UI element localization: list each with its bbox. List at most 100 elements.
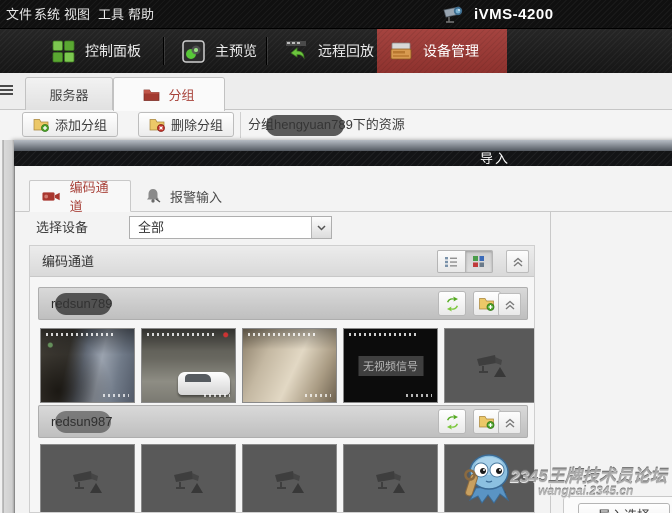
channel-thumbnail-street[interactable]: [40, 328, 135, 403]
dropdown-arrow-button[interactable]: [311, 217, 331, 238]
osd-text-overlay: [349, 333, 419, 336]
toolbar-separator: [163, 37, 164, 65]
app-title: iVMS-4200: [474, 6, 554, 23]
delete-group-button[interactable]: 删除分组: [138, 112, 234, 137]
refresh-button[interactable]: [438, 291, 466, 316]
menu-system[interactable]: 系统: [30, 0, 64, 29]
camera-placeholder-icon: [374, 469, 408, 495]
device-select[interactable]: 全部: [129, 216, 332, 239]
tab-alarm-input-label: 报警输入: [170, 187, 222, 206]
camera-placeholder-icon: [273, 469, 307, 495]
tab-encoding-channel-label: 编码通道: [70, 177, 118, 215]
device-nav-tabs: 服务器 分组: [0, 73, 672, 110]
osd-text-overlay: [406, 394, 432, 397]
select-device-label: 选择设备: [36, 216, 88, 240]
tab-device-management[interactable]: 设备管理: [377, 29, 507, 73]
red-folder-icon: [143, 88, 160, 102]
menu-tools[interactable]: 工具: [94, 0, 128, 29]
section-collapse-button[interactable]: [506, 250, 529, 273]
toolbar-separator: [266, 37, 267, 65]
folder-add-icon: [33, 117, 50, 132]
tab-control-panel-label: 控制面板: [85, 41, 141, 61]
server-list-icon[interactable]: [0, 84, 13, 97]
camcorder-icon: [42, 190, 61, 203]
device-group-row[interactable]: redsun789: [38, 287, 528, 320]
remote-playback-icon: [284, 40, 308, 63]
double-chevron-up-icon: [505, 300, 515, 310]
add-to-group-button[interactable]: [473, 291, 501, 316]
double-chevron-up-icon: [505, 418, 515, 428]
redaction-blob: [55, 411, 111, 433]
chevron-down-icon: [317, 225, 326, 231]
tab-server-label: 服务器: [49, 85, 88, 104]
add-to-group-button[interactable]: [473, 409, 501, 434]
ivms-app-window: 文件 系统 视图 工具 帮助 iVMS-4200 控制面板: [0, 0, 672, 513]
delete-group-label: 删除分组: [171, 115, 223, 134]
menu-bar: 文件 系统 视图 工具 帮助 iVMS-4200: [0, 0, 672, 29]
dialog-titlebar[interactable]: 导入: [14, 151, 672, 166]
main-preview-icon: [182, 40, 205, 63]
app-logo: iVMS-4200: [442, 0, 554, 29]
tab-main-preview[interactable]: 主预览: [170, 29, 269, 73]
add-group-button[interactable]: 添加分组: [22, 112, 118, 137]
white-car-shape: [178, 372, 230, 395]
encoding-channel-panel: 编码通道: [29, 245, 535, 513]
osd-text-overlay: [46, 333, 116, 336]
tab-control-panel[interactable]: 控制面板: [40, 29, 153, 73]
tab-alarm-input[interactable]: 报警输入: [133, 180, 241, 212]
device-management-icon: [389, 40, 413, 62]
list-view-icon: [444, 256, 458, 268]
menu-help[interactable]: 帮助: [124, 0, 158, 29]
folder-add-icon: [478, 296, 496, 311]
import-select-button[interactable]: 导入选择: [578, 503, 670, 513]
channel-thumbnail-offline[interactable]: [242, 444, 337, 513]
tab-group[interactable]: 分组: [113, 77, 225, 111]
main-toolbar: 控制面板 主预览 远程回放: [0, 29, 672, 73]
dialog-top-strip: [14, 140, 672, 151]
redaction-blob: [55, 293, 111, 315]
panel-divider: [550, 211, 551, 513]
osd-text-overlay: [305, 394, 331, 397]
import-action-panel: 导入选择: [563, 496, 672, 513]
tab-device-management-label: 设备管理: [423, 41, 479, 61]
device-group-row[interactable]: redsun987: [38, 405, 528, 438]
camera-placeholder-icon: [71, 469, 105, 495]
group-collapse-button[interactable]: [498, 293, 521, 316]
alarm-bell-icon: [145, 188, 161, 204]
thumbnail-view-button[interactable]: [465, 251, 492, 272]
tab-remote-playback[interactable]: 远程回放: [272, 29, 386, 73]
folder-delete-icon: [149, 117, 166, 132]
window-left-strip: [0, 140, 14, 513]
section-header-title: 编码通道: [42, 246, 94, 277]
osd-text-overlay: [103, 394, 129, 397]
tab-encoding-channel[interactable]: 编码通道: [29, 180, 131, 212]
channel-thumbnail-car[interactable]: [141, 328, 236, 403]
double-chevron-up-icon: [513, 257, 523, 267]
add-group-label: 添加分组: [55, 115, 107, 134]
camera-placeholder-icon: [172, 469, 206, 495]
dialog-title: 导入: [14, 151, 672, 166]
thumbnail-view-icon: [472, 255, 485, 268]
refresh-icon: [444, 414, 461, 430]
device-select-value: 全部: [138, 217, 164, 238]
osd-text-overlay: [147, 333, 217, 336]
channel-thumbnail-offline[interactable]: [444, 444, 535, 513]
tab-remote-playback-label: 远程回放: [318, 41, 374, 61]
dialog-body: 编码通道 报警输入 选择设备 全部: [14, 166, 672, 513]
refresh-icon: [444, 296, 461, 312]
channel-thumbnail-offline[interactable]: [40, 444, 135, 513]
osd-text-overlay: [248, 333, 318, 336]
channel-thumbnail-indoor[interactable]: [242, 328, 337, 403]
refresh-button[interactable]: [438, 409, 466, 434]
channel-thumbnail-no-video[interactable]: 无视频信号: [343, 328, 438, 403]
tab-server[interactable]: 服务器: [25, 77, 113, 110]
channel-thumbnail-offline[interactable]: [141, 444, 236, 513]
group-collapse-button[interactable]: [498, 411, 521, 434]
list-view-button[interactable]: [438, 251, 465, 272]
redaction-blob: [266, 115, 344, 136]
menu-view[interactable]: 视图: [60, 0, 94, 29]
channel-thumbnail-offline[interactable]: [444, 328, 535, 403]
folder-add-icon: [478, 414, 496, 429]
channel-thumbnail-offline[interactable]: [343, 444, 438, 513]
import-dialog: 导入 编码通道 报警输入 选择设备: [14, 140, 672, 513]
